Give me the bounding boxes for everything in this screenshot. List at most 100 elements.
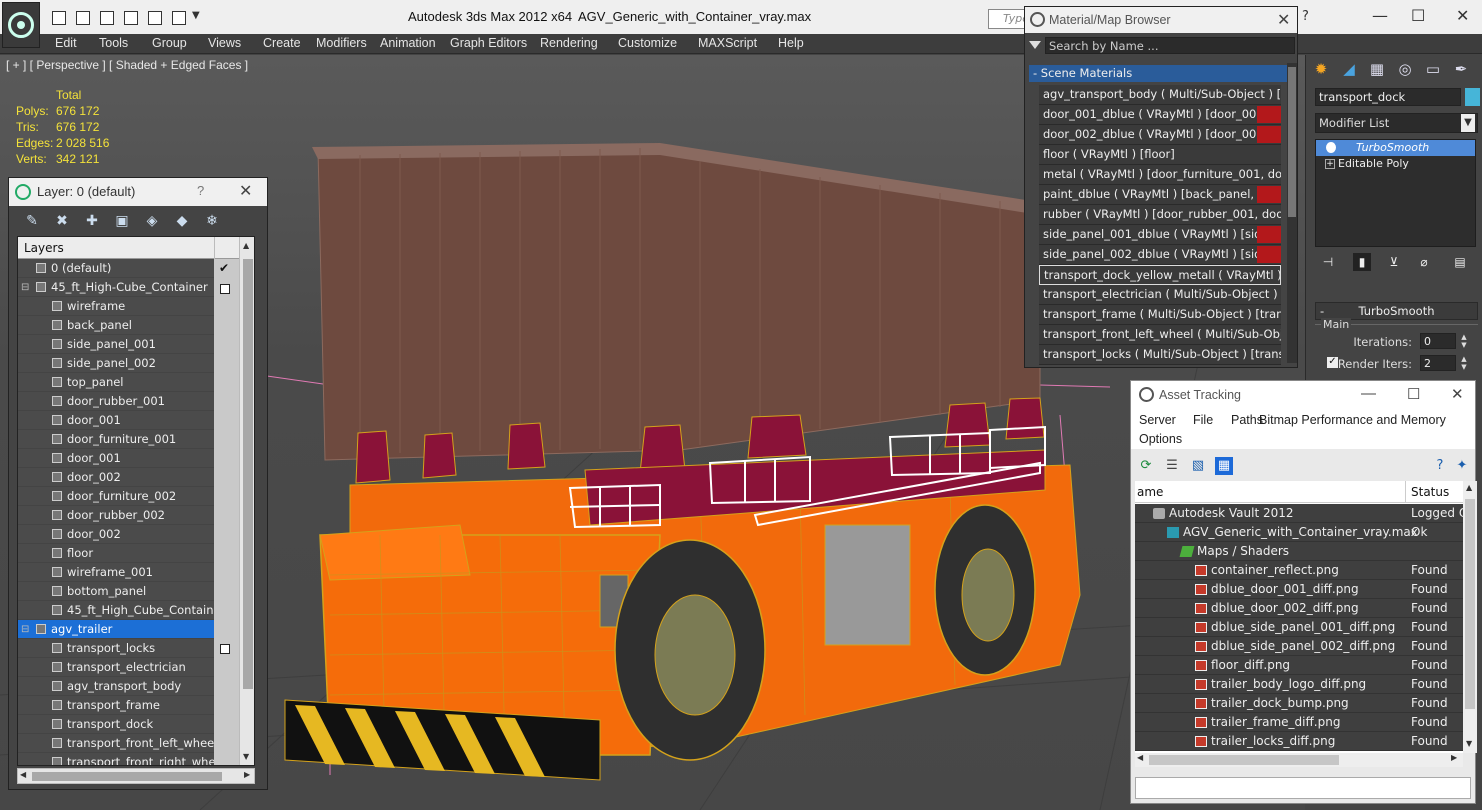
material-browser-titlebar[interactable]: Material/Map Browser ✕ [1025, 7, 1297, 33]
material-item[interactable]: metal ( VRayMtl ) [door_furniture_001, d… [1039, 165, 1281, 185]
material-item[interactable]: door_002_dblue ( VRayMtl ) [door_002] [1039, 125, 1281, 145]
collapse-icon[interactable]: ⊟ [21, 278, 29, 297]
layer-object-row[interactable]: door_002 [18, 468, 238, 487]
menu-create[interactable]: Create [263, 36, 301, 50]
material-item[interactable]: transport_front_left_wheel ( Multi/Sub-O… [1039, 325, 1281, 345]
minimize-icon[interactable]: — [1372, 6, 1388, 25]
render-iters-checkbox[interactable]: ✓ [1327, 357, 1338, 368]
close-icon[interactable]: ✕ [239, 181, 252, 201]
asset-row[interactable]: container_reflect.png Found [1135, 561, 1463, 580]
material-scrollbar[interactable] [1287, 63, 1297, 363]
stack-item-turbosmooth[interactable]: TurboSmooth [1316, 140, 1475, 156]
layer-object-row[interactable]: agv_transport_body [18, 677, 238, 696]
scroll-right-icon[interactable]: ▶ [244, 770, 250, 779]
asset-table[interactable]: ame Status Autodesk Vault 2012 Logged O AG… [1135, 481, 1477, 753]
layer-object-row[interactable]: transport_frame [18, 696, 238, 715]
object-name-field[interactable]: transport_dock [1315, 88, 1461, 106]
freeze-all-icon[interactable]: ❄ [203, 213, 221, 229]
viewport-label[interactable]: [ + ] [ Perspective ] [ Shaded + Edged F… [6, 58, 248, 72]
scroll-up-icon[interactable]: ▲ [243, 241, 249, 250]
layer-object-row[interactable]: door_furniture_001 [18, 430, 238, 449]
scroll-thumb[interactable] [1288, 67, 1296, 217]
make-unique-icon[interactable]: ⊻ [1385, 253, 1403, 271]
scroll-thumb[interactable] [243, 259, 253, 689]
modify-tab-icon[interactable]: ◢ [1338, 59, 1360, 79]
menu-options[interactable]: Options [1139, 432, 1182, 446]
menu-customize[interactable]: Customize [618, 36, 677, 50]
object-color-swatch[interactable] [1465, 88, 1480, 106]
material-item[interactable]: door_001_dblue ( VRayMtl ) [door_001] [1039, 105, 1281, 125]
minimize-icon[interactable]: — [1361, 385, 1376, 402]
layer-object-row[interactable]: transport_electrician [18, 658, 238, 677]
asset-row[interactable]: dblue_side_panel_002_diff.png Found [1135, 637, 1463, 656]
layer-object-row[interactable]: door_rubber_001 [18, 392, 238, 411]
menu-modifiers[interactable]: Modifiers [316, 36, 367, 50]
layer-object-row[interactable]: side_panel_001 [18, 335, 238, 354]
select-objects-icon[interactable]: ▣ [113, 213, 131, 229]
highlight-layer-icon[interactable]: ◈ [143, 213, 161, 229]
layer-object-row[interactable]: transport_front_right_wheel [18, 753, 238, 765]
close-icon[interactable]: ✕ [1451, 385, 1464, 403]
asset-row[interactable]: trailer_frame_diff.png Found [1135, 713, 1463, 732]
asset-horizontal-scrollbar[interactable]: ◀ ▶ [1135, 753, 1463, 767]
layer-object-row[interactable]: door_rubber_002 [18, 506, 238, 525]
asset-row[interactable]: Maps / Shaders [1135, 542, 1463, 561]
display-tab-icon[interactable]: ▭ [1422, 59, 1444, 79]
menu-rendering[interactable]: Rendering [540, 36, 598, 50]
utilities-tab-icon[interactable]: ✒ [1450, 59, 1472, 79]
layer-object-row[interactable]: 45_ft_High_Cube_Container [18, 601, 238, 620]
create-tab-icon[interactable]: ✹ [1310, 59, 1332, 79]
layer-object-row[interactable]: transport_locks [18, 639, 238, 658]
options-icon[interactable]: ✦ [1453, 457, 1471, 475]
spinner-arrows-icon[interactable]: ▲ ▼ [1459, 355, 1469, 371]
asset-vertical-scrollbar[interactable]: ▲ ▼ [1463, 481, 1477, 753]
undo-icon[interactable] [100, 11, 114, 25]
show-end-result-icon[interactable]: ▮ [1353, 253, 1371, 271]
scroll-left-icon[interactable]: ◀ [20, 770, 26, 779]
asset-row[interactable]: dblue_door_001_diff.png Found [1135, 580, 1463, 599]
chevron-down-icon[interactable]: ▼ [1461, 114, 1475, 132]
help-icon[interactable]: ? [1431, 457, 1449, 475]
table-view-icon[interactable]: ▦ [1215, 457, 1233, 475]
app-logo-icon[interactable] [2, 2, 40, 48]
material-search-input[interactable]: Search by Name ... [1045, 37, 1295, 54]
create-layer-icon[interactable]: ✎ [23, 213, 41, 229]
material-item[interactable]: side_panel_001_dblue ( VRayMtl ) [side_p… [1039, 225, 1281, 245]
scroll-thumb[interactable] [1465, 499, 1475, 709]
menu-maxscript[interactable]: MAXScript [698, 36, 757, 50]
column-status[interactable]: Status [1411, 485, 1449, 499]
motion-tab-icon[interactable]: ◎ [1394, 59, 1416, 79]
menu-animation[interactable]: Animation [380, 36, 436, 50]
save-file-icon[interactable] [76, 11, 90, 25]
layer-row[interactable]: ⊟ agv_trailer [18, 620, 238, 639]
quick-access-dropdown-icon[interactable]: ▼ [192, 10, 200, 21]
menu-file[interactable]: File [1193, 413, 1213, 427]
menu-views[interactable]: Views [208, 36, 241, 50]
layer-object-row[interactable]: door_001 [18, 411, 238, 430]
layer-object-row[interactable]: side_panel_002 [18, 354, 238, 373]
material-item[interactable]: transport_locks ( Multi/Sub-Object ) [tr… [1039, 345, 1281, 365]
refresh-icon[interactable]: ⟳ [1137, 457, 1155, 475]
iterations-spinner[interactable]: 0 [1420, 333, 1456, 349]
collapse-icon[interactable]: ⊟ [21, 620, 29, 639]
expand-icon[interactable]: + [1325, 159, 1335, 169]
asset-tracking-titlebar[interactable]: Asset Tracking — ☐ ✕ [1131, 381, 1475, 409]
layer-object-row[interactable]: door_001 [18, 449, 238, 468]
scroll-thumb[interactable] [32, 772, 222, 781]
layer-object-row[interactable]: door_furniture_002 [18, 487, 238, 506]
remove-modifier-icon[interactable]: ⌀ [1415, 253, 1433, 271]
render-iters-spinner[interactable]: 2 [1420, 355, 1456, 371]
configure-sets-icon[interactable]: ▤ [1451, 253, 1469, 271]
scroll-down-icon[interactable]: ▼ [1466, 739, 1472, 748]
material-item[interactable]: agv_transport_body ( Multi/Sub-Object ) … [1039, 85, 1281, 105]
help-icon[interactable]: ? [197, 183, 204, 198]
menu-server[interactable]: Server [1139, 413, 1176, 427]
asset-row[interactable]: dblue_door_002_diff.png Found [1135, 599, 1463, 618]
close-icon[interactable]: ✕ [1456, 6, 1469, 25]
menu-tools[interactable]: Tools [99, 36, 128, 50]
thumbnail-view-icon[interactable]: ▧ [1189, 457, 1207, 475]
list-view-icon[interactable]: ☰ [1163, 457, 1181, 475]
scroll-up-icon[interactable]: ▲ [1466, 483, 1472, 492]
asset-row[interactable]: AGV_Generic_with_Container_vray.max Ok [1135, 523, 1463, 542]
layer-object-row[interactable]: bottom_panel [18, 582, 238, 601]
